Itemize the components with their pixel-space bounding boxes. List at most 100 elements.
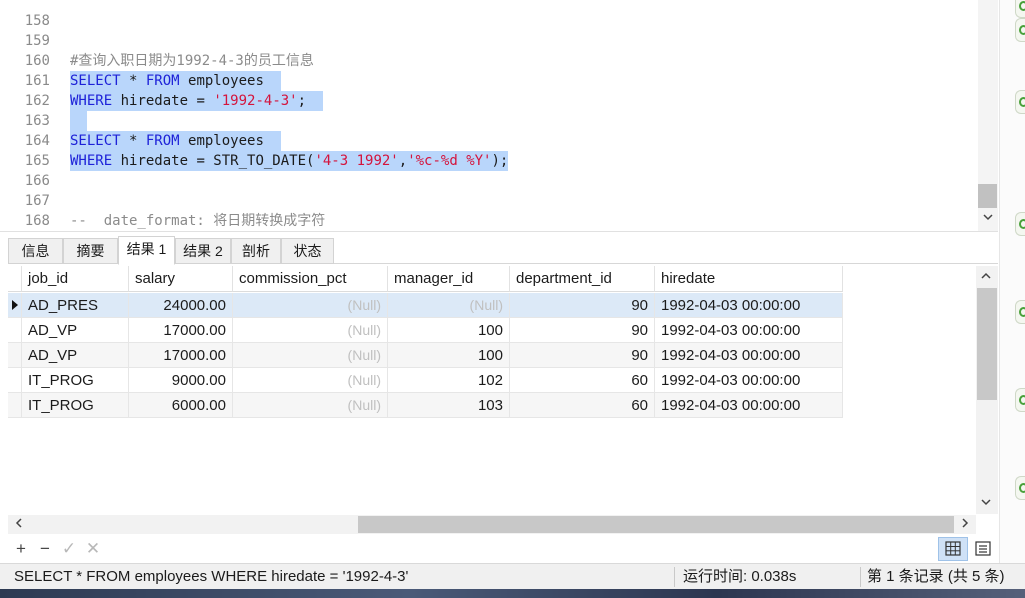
status-record-count: 第 1 条记录 (共 5 条) <box>867 568 1005 585</box>
column-header-job-id[interactable]: job_id <box>22 266 129 292</box>
line-number: 168 <box>24 213 50 229</box>
cell-salary[interactable]: 17000.00 <box>129 343 233 368</box>
cell-hiredate[interactable]: 1992-04-03 00:00:00 <box>655 393 843 418</box>
column-header-manager-id[interactable]: manager_id <box>388 266 510 292</box>
row-marker[interactable] <box>8 293 22 318</box>
row-marker[interactable] <box>8 318 22 343</box>
side-panel-item[interactable] <box>1015 212 1025 236</box>
refresh-icon <box>1019 25 1025 35</box>
status-query-text: SELECT * FROM employees WHERE hiredate =… <box>14 568 409 585</box>
side-panel-item[interactable] <box>1015 388 1025 412</box>
cell-job-id[interactable]: AD_PRES <box>22 293 129 318</box>
cell-hiredate[interactable]: 1992-04-03 00:00:00 <box>655 368 843 393</box>
tab-summary[interactable]: 摘要 <box>63 238 118 264</box>
row-marker-header <box>8 266 22 292</box>
status-divider <box>860 567 861 587</box>
editor-line: 159 #查询入职日期为1992-4-3的员工信息 <box>0 11 314 69</box>
tab-status[interactable]: 状态 <box>281 238 334 264</box>
add-record-button[interactable]: + <box>12 539 30 559</box>
editor-line: 164 WHERE hiredate = STR_TO_DATE('4-3 19… <box>0 111 509 171</box>
tab-result-1[interactable]: 结果 1 <box>118 236 175 265</box>
cell-job-id[interactable]: IT_PROG <box>22 368 129 393</box>
side-panel-item[interactable] <box>1015 300 1025 324</box>
cell-salary[interactable]: 24000.00 <box>129 293 233 318</box>
chevron-down-icon[interactable] <box>978 496 994 512</box>
grid-horizontal-scroll-thumb[interactable] <box>358 516 954 533</box>
editor-line: 165 <box>0 131 50 169</box>
grid-vertical-scroll-thumb[interactable] <box>977 288 997 400</box>
cell-job-id[interactable]: AD_VP <box>22 318 129 343</box>
column-header-commission-pct[interactable]: commission_pct <box>233 266 388 292</box>
cell-salary[interactable]: 17000.00 <box>129 318 233 343</box>
table-row[interactable]: IT_PROG 6000.00 (Null) 103 60 1992-04-03… <box>8 393 843 418</box>
cell-hiredate[interactable]: 1992-04-03 00:00:00 <box>655 343 843 368</box>
editor-line: 168 <box>0 191 50 229</box>
cell-job-id[interactable]: AD_VP <box>22 343 129 368</box>
chevron-up-icon[interactable] <box>978 270 994 286</box>
row-marker[interactable] <box>8 343 22 368</box>
cell-commission-pct[interactable]: (Null) <box>233 293 388 318</box>
cell-manager-id[interactable]: (Null) <box>388 293 510 318</box>
apply-changes-button[interactable]: ✓ <box>60 539 78 559</box>
row-marker[interactable] <box>8 393 22 418</box>
column-header-hiredate[interactable]: hiredate <box>655 266 843 292</box>
side-panel-item[interactable] <box>1015 18 1025 42</box>
cell-commission-pct[interactable]: (Null) <box>233 393 388 418</box>
result-grid[interactable]: job_id salary commission_pct manager_id … <box>8 266 998 516</box>
tab-profile[interactable]: 剖析 <box>231 238 281 264</box>
code-comment: #查询入职日期为1992-4-3的员工信息 <box>70 53 314 69</box>
form-view-button[interactable] <box>970 537 996 561</box>
column-header-department-id[interactable]: department_id <box>510 266 655 292</box>
chevron-left-icon[interactable] <box>12 516 26 533</box>
table-row[interactable]: AD_VP 17000.00 (Null) 100 90 1992-04-03 … <box>8 318 843 343</box>
cell-department-id[interactable]: 60 <box>510 393 655 418</box>
desktop-taskbar-strip <box>0 589 1025 598</box>
tab-info[interactable]: 信息 <box>8 238 63 264</box>
cell-manager-id[interactable]: 100 <box>388 318 510 343</box>
code-text: SELECT * FROM employees <box>70 131 281 151</box>
cell-hiredate[interactable]: 1992-04-03 00:00:00 <box>655 293 843 318</box>
table-row[interactable]: IT_PROG 9000.00 (Null) 102 60 1992-04-03… <box>8 368 843 393</box>
table-row[interactable]: AD_VP 17000.00 (Null) 100 90 1992-04-03 … <box>8 343 843 368</box>
editor-scroll-thumb[interactable] <box>978 184 997 208</box>
cell-salary[interactable]: 6000.00 <box>129 393 233 418</box>
cell-manager-id[interactable]: 103 <box>388 393 510 418</box>
side-panel-item[interactable] <box>1015 90 1025 114</box>
cell-manager-id[interactable]: 100 <box>388 343 510 368</box>
cell-commission-pct[interactable]: (Null) <box>233 318 388 343</box>
cell-manager-id[interactable]: 102 <box>388 368 510 393</box>
grid-view-icon <box>945 541 961 556</box>
cell-department-id[interactable]: 90 <box>510 343 655 368</box>
cell-department-id[interactable]: 90 <box>510 293 655 318</box>
column-header-salary[interactable]: salary <box>129 266 233 292</box>
chevron-down-icon[interactable] <box>980 211 996 227</box>
table-row[interactable]: AD_PRES 24000.00 (Null) (Null) 90 1992-0… <box>8 293 843 318</box>
sql-editor[interactable]: 158 159 #查询入职日期为1992-4-3的员工信息 160 SELECT… <box>0 0 998 232</box>
row-marker[interactable] <box>8 368 22 393</box>
cell-salary[interactable]: 9000.00 <box>129 368 233 393</box>
grid-view-button[interactable] <box>938 537 968 561</box>
refresh-icon <box>1019 1 1025 11</box>
code-text: SELECT * FROM employees <box>70 71 281 91</box>
cell-job-id[interactable]: IT_PROG <box>22 393 129 418</box>
refresh-icon <box>1019 483 1025 493</box>
editor-line: 162 <box>0 71 87 131</box>
cell-department-id[interactable]: 60 <box>510 368 655 393</box>
side-panel-item[interactable] <box>1015 0 1025 18</box>
side-panel-item[interactable] <box>1015 476 1025 500</box>
cell-hiredate[interactable]: 1992-04-03 00:00:00 <box>655 318 843 343</box>
cell-department-id[interactable]: 90 <box>510 318 655 343</box>
delete-record-button[interactable]: − <box>36 539 54 559</box>
editor-line: 158 <box>0 0 50 29</box>
code-text: WHERE hiredate = '1992-4-3'; <box>70 91 323 111</box>
code-text: WHERE hiredate = STR_TO_DATE('4-3 1992',… <box>70 151 509 171</box>
cell-commission-pct[interactable]: (Null) <box>233 343 388 368</box>
discard-changes-button[interactable]: ✕ <box>84 539 102 559</box>
tab-result-2[interactable]: 结果 2 <box>175 238 231 264</box>
chevron-right-icon[interactable] <box>958 516 972 533</box>
cell-commission-pct[interactable]: (Null) <box>233 368 388 393</box>
result-tabs: 信息 摘要 结果 1 结果 2 剖析 状态 <box>8 236 998 265</box>
refresh-icon <box>1019 307 1025 317</box>
code-text <box>70 111 87 131</box>
status-runtime: 运行时间: 0.038s <box>683 568 797 585</box>
